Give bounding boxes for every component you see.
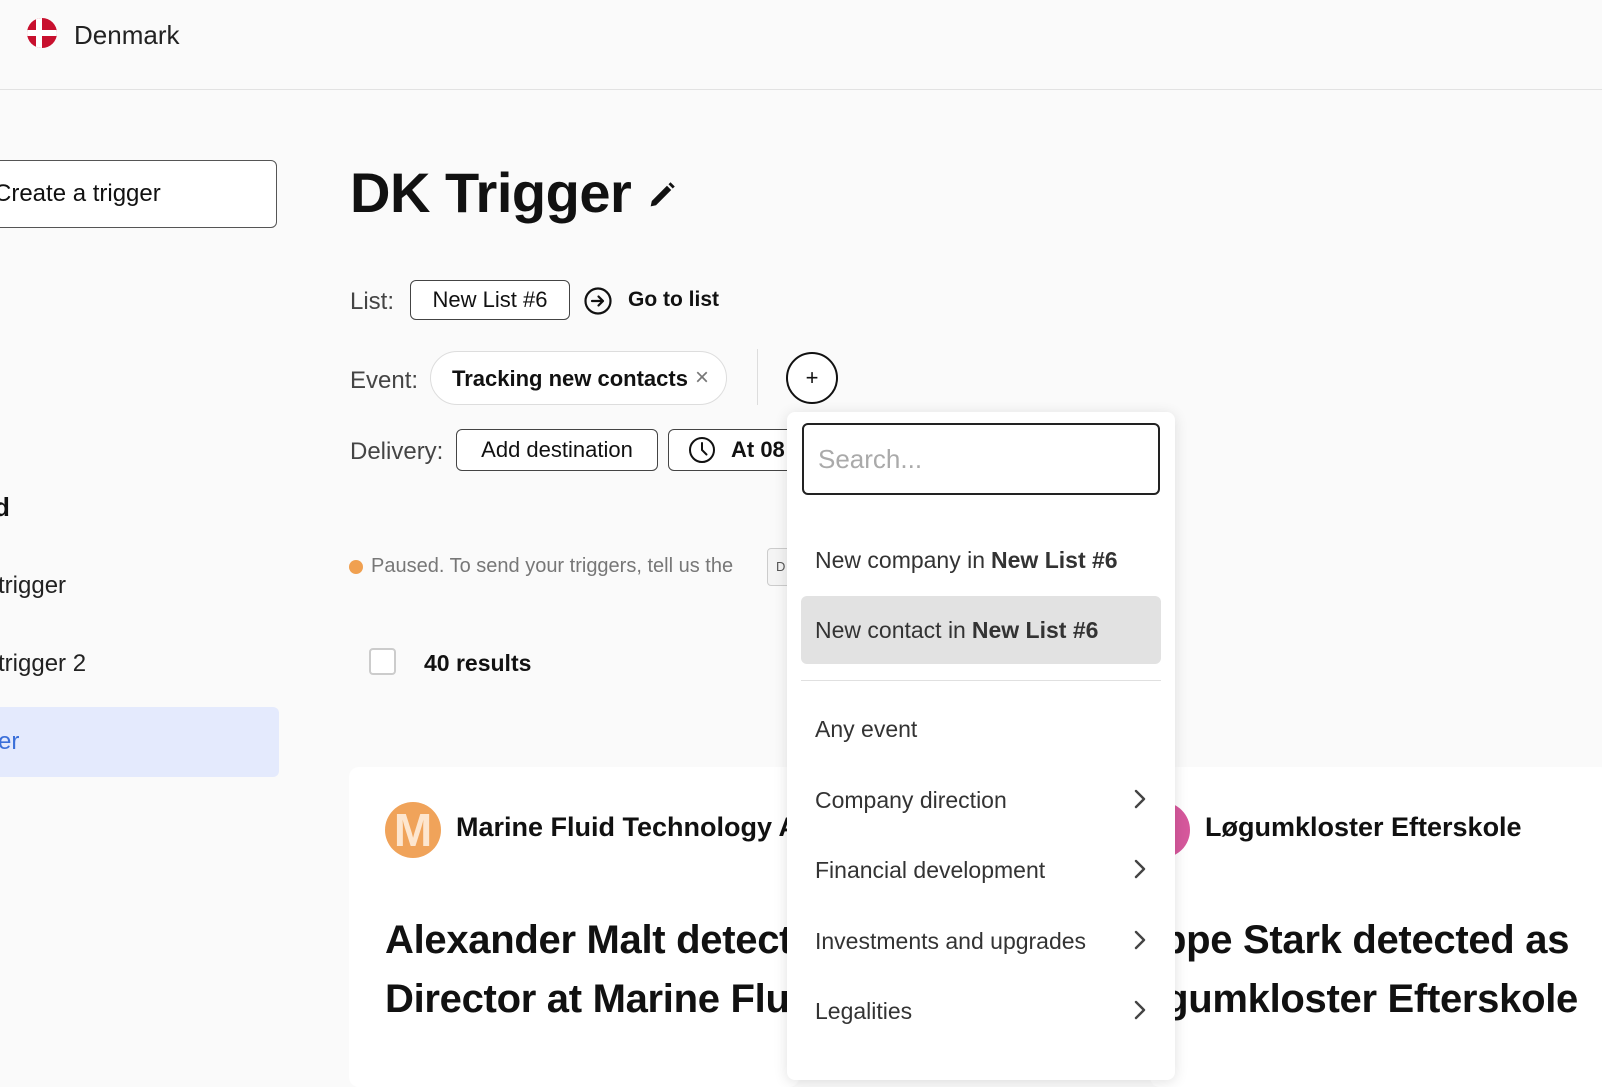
pencil-icon[interactable] (645, 178, 679, 212)
event-label: Event: (350, 367, 419, 394)
company-avatar: M (385, 802, 441, 858)
card-headline-line1: eppe Stark detected as (1140, 918, 1570, 962)
results-count: 40 results (424, 650, 532, 676)
dropdown-item-prefix: New company in (815, 546, 986, 573)
top-bar (0, 0, 1602, 90)
dropdown-item-label: Any event (815, 715, 918, 742)
dropdown-item-label: Company direction (815, 786, 1007, 813)
card-headline-line2: ogumkloster Efterskole (1140, 977, 1578, 1021)
card-headline-line2: Director at Marine Flui (385, 977, 801, 1021)
country-name[interactable]: Denmark (74, 20, 179, 51)
sidebar-item-trigger[interactable]: trigger (0, 572, 66, 600)
chevron-right-icon (1134, 859, 1146, 879)
chevron-right-icon (1134, 1000, 1146, 1020)
dropdown-item-legalities[interactable]: Legalities (801, 977, 1161, 1045)
sidebar-item-active[interactable] (0, 707, 279, 777)
paused-status-text: Paused. To send your triggers, tell us t… (371, 555, 734, 577)
create-trigger-label: Create a trigger (0, 180, 161, 207)
sidebar-item-active-label: er (0, 728, 20, 755)
go-to-list-link[interactable]: Go to list (628, 288, 719, 312)
list-selector[interactable]: New List #6 (410, 280, 570, 320)
denmark-flag-icon (27, 18, 57, 48)
dropdown-item-any-event[interactable]: Any event (801, 695, 1161, 763)
dropdown-item-new-contact[interactable]: New contact in New List #6 (801, 596, 1161, 664)
event-dropdown: New company in New List #6 New contact i… (787, 412, 1175, 1080)
paused-status-dot (349, 560, 363, 574)
add-event-button[interactable]: + (786, 352, 838, 404)
clock-icon (689, 437, 715, 463)
dropdown-item-list-name: New List #6 (991, 546, 1118, 573)
dropdown-divider (801, 680, 1161, 681)
page-title: DK Trigger (350, 161, 632, 224)
card-headline-line1: Alexander Malt detect (385, 918, 793, 962)
chevron-right-icon (1134, 789, 1146, 809)
company-name[interactable]: Løgumkloster Efterskole (1205, 812, 1522, 843)
remove-event-icon[interactable]: × (695, 366, 709, 390)
dropdown-item-company-direction[interactable]: Company direction (801, 766, 1161, 834)
dropdown-item-new-company[interactable]: New company in New List #6 (801, 526, 1161, 594)
dropdown-item-list-name: New List #6 (971, 616, 1099, 643)
add-destination-button[interactable]: Add destination (456, 429, 658, 471)
divider (757, 349, 758, 405)
arrow-right-circle-icon[interactable] (583, 286, 613, 316)
dropdown-item-label: Investments and upgrades (815, 927, 1087, 954)
select-all-checkbox[interactable] (369, 648, 396, 675)
dropdown-item-financial-development[interactable]: Financial development (801, 836, 1161, 904)
list-label: List: (350, 288, 395, 315)
chevron-right-icon (1134, 930, 1146, 950)
event-chip-label: Tracking new contacts (452, 366, 688, 391)
sidebar-item-trigger-2[interactable]: trigger 2 (0, 650, 86, 678)
company-name[interactable]: Marine Fluid Technology A (456, 812, 798, 843)
dropdown-item-label: Financial development (815, 856, 1046, 883)
dropdown-item-prefix: New contact in (815, 616, 966, 643)
delivery-label: Delivery: (350, 438, 444, 465)
dropdown-item-investments-and-upgrades[interactable]: Investments and upgrades (801, 907, 1161, 975)
delivery-time-label: At 08 (731, 437, 785, 462)
dropdown-item-label: Legalities (815, 997, 913, 1024)
sidebar-section-heading: d (0, 492, 10, 522)
search-input[interactable] (802, 423, 1160, 495)
